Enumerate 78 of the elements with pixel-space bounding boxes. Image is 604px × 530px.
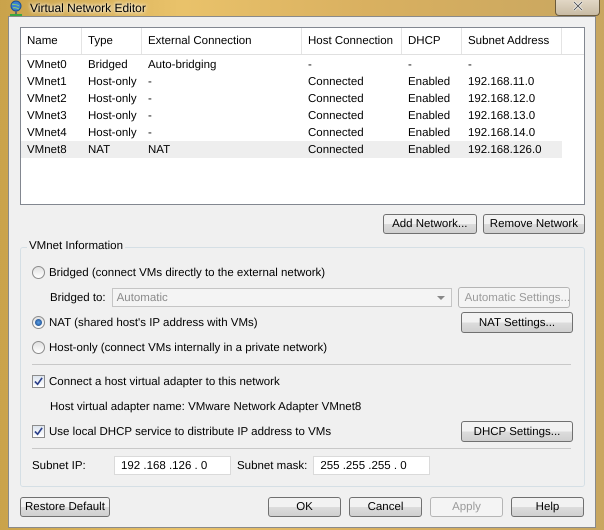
table-cell-text: - [147,126,153,138]
table-cell-text: Host-only [87,110,138,122]
column-header[interactable]: Host Connection [302,28,402,54]
radio-label[interactable]: Host-only (connect VMs internally in a private network) [49,342,328,354]
table-cell-text: - [407,58,413,70]
table-cell-text: Connected [307,92,365,104]
table-cell-text: 192.168.126.0 [467,144,543,156]
table-cell-text: - [147,110,153,122]
table-cell-text: Host-only [87,76,138,88]
button[interactable]: OK [268,497,341,517]
column-header[interactable]: Type [82,28,142,54]
column-header[interactable]: External Connection [142,28,302,54]
table-cell-text: VMnet8 [26,144,68,156]
checkbox-label[interactable]: Connect a host virtual adapter to this network [49,376,280,388]
table-cell-text: Enabled [407,144,452,156]
table-cell-text: Enabled [407,76,452,88]
table-cell-text: Enabled [407,126,452,138]
button[interactable]: DHCP Settings... [461,421,573,442]
checkbox[interactable] [32,375,45,388]
input-field[interactable]: 192 .168 .126 . 0 [114,456,231,475]
radio-label[interactable]: NAT (shared host's IP address with VMs) [49,316,258,328]
table-cell-text: Connected [307,76,365,88]
table-cell-text: NAT [147,144,172,156]
table-cell-text: - [147,76,153,88]
globe-network-icon [8,0,24,16]
input-field[interactable]: 255 .255 .255 . 0 [313,456,430,475]
table-cell-text: - [147,92,153,104]
table-cell-text: 192.168.13.0 [467,110,536,122]
table-cell-text: Auto-bridging [147,58,218,70]
checkbox-label[interactable]: Use local DHCP service to distribute IP address to VMs [49,426,332,438]
group-title: VMnet Information [27,240,125,252]
table-cell-text: Host-only [87,92,138,104]
table-cell-text: - [467,58,473,70]
column-header[interactable]: Subnet Address [462,28,562,54]
button[interactable]: Add Network... [382,214,477,234]
table-cell-text: Enabled [407,92,452,104]
table-cell-text: VMnet1 [26,76,68,88]
table-cell-text: Connected [307,126,365,138]
window-title: Virtual Network Editor [30,1,146,15]
radio-label[interactable]: Bridged (connect VMs directly to the external network) [49,266,326,278]
table-cell-text: - [307,58,313,70]
table-cell-text: Bridged [87,58,129,70]
table-cell-text: Connected [307,144,365,156]
caret-icon [436,296,445,300]
close-button[interactable] [555,0,600,16]
adapter-name-text: Host virtual adapter name: VMware Network Adapter VMnet8 [50,400,362,412]
table-cell-text: VMnet2 [26,92,68,104]
checkbox[interactable] [32,425,45,438]
close-icon[interactable] [572,0,584,10]
button[interactable]: Restore Default [20,497,110,517]
table-cell-text: Enabled [407,110,452,122]
column-header[interactable]: DHCP [402,28,462,54]
table-cell-text: Connected [307,110,365,122]
table-cell-text: VMnet0 [26,58,68,70]
radio-button[interactable] [32,316,45,329]
button[interactable]: NAT Settings... [461,312,573,333]
radio-button[interactable] [32,266,45,279]
table-cell-text: VMnet3 [26,110,68,122]
table-row[interactable]: VMnet2 Host-only - Connected Enabled 192.168.12.0 [21,90,584,107]
button[interactable]: Remove Network [482,214,585,234]
table-row[interactable]: VMnet1 Host-only - Connected Enabled 192.168.11.0 [21,73,584,90]
radio-button[interactable] [32,341,45,354]
table-cell-text: 192.168.14.0 [467,126,536,138]
table-cell-text: NAT [87,144,112,156]
button[interactable]: Cancel [349,497,422,517]
table-row[interactable]: VMnet0 Bridged Auto-bridging - - - [21,56,584,73]
table-cell-text: 192.168.11.0 [467,76,536,88]
field-label: Bridged to: [50,292,106,304]
table-row[interactable]: VMnet3 Host-only - Connected Enabled 192.168.13.0 [21,107,584,124]
field-label: Subnet mask: [237,460,308,472]
table-row[interactable]: VMnet8 NAT NAT Connected Enabled 192.168.126.0 [21,141,562,158]
table-row[interactable]: VMnet4 Host-only - Connected Enabled 192.168.14.0 [21,124,584,141]
table-cell-text: Host-only [87,126,138,138]
table-cell-text: VMnet4 [26,126,68,138]
button[interactable]: Help [511,497,584,517]
field-label: Subnet IP: [32,460,87,472]
table-cell-text: 192.168.12.0 [467,92,536,104]
column-header[interactable]: Name [21,28,82,54]
